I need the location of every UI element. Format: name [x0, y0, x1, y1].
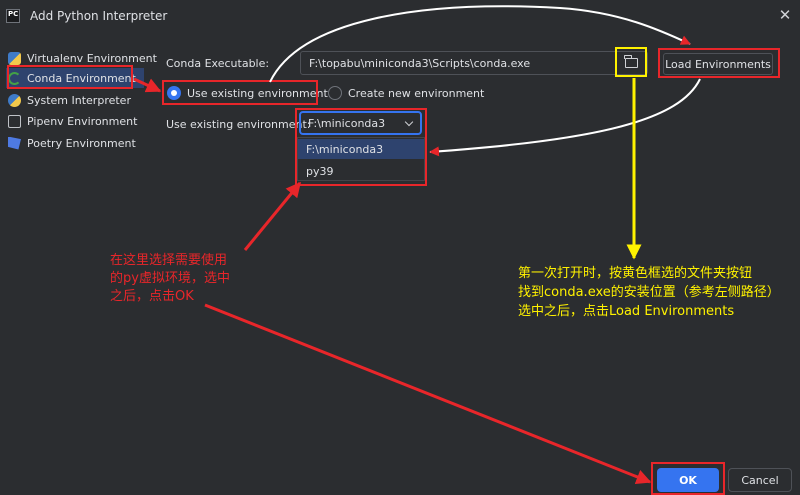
- highlight-box-existing-radio: [162, 80, 318, 105]
- sidebar-item-label: Pipenv Environment: [27, 114, 138, 128]
- conda-exe-input[interactable]: F:\topabu\miniconda3\Scripts\conda.exe: [300, 51, 648, 75]
- python-icon: [8, 93, 21, 107]
- highlight-box-folder: [615, 47, 647, 77]
- sidebar-item-label: Poetry Environment: [27, 136, 136, 150]
- arrow-anno-to-list: [243, 181, 302, 251]
- highlight-box-ok: [651, 462, 725, 495]
- annotation-right-line-2: 找到conda.exe的安装位置（参考左侧路径）: [518, 285, 780, 300]
- radio-create-new[interactable]: [328, 86, 342, 100]
- existing-env-label: Use existing environment:: [166, 118, 311, 131]
- highlight-box-load: [658, 48, 780, 78]
- title-bar: PC Add Python Interpreter ✕: [0, 0, 800, 34]
- virtualenv-icon: [8, 51, 21, 65]
- annotation-right-line-1: 第一次打开时，按黄色框选的文件夹按钮: [518, 266, 753, 281]
- sidebar-item-pipenv[interactable]: Pipenv Environment: [8, 111, 142, 131]
- pycharm-logo-icon: PC: [6, 9, 20, 23]
- sidebar-item-label: Virtualenv Environment: [27, 51, 157, 65]
- window-title: Add Python Interpreter: [30, 9, 168, 23]
- poetry-icon: [8, 136, 21, 150]
- pipenv-icon: [8, 114, 21, 128]
- annotation-right-line-3: 选中之后，点击Load Environments: [518, 304, 735, 319]
- sidebar-item-label: System Interpreter: [27, 93, 131, 107]
- close-icon[interactable]: ✕: [775, 5, 795, 25]
- highlight-box-conda: [7, 65, 133, 89]
- sidebar-item-poetry[interactable]: Poetry Environment: [8, 133, 142, 153]
- annotation-left-line-3: 之后，点击OK: [110, 289, 194, 304]
- radio-create-new-label: Create new environment: [348, 87, 485, 100]
- annotation-left-line-2: 的py虚拟环境，选中: [110, 271, 230, 286]
- conda-exe-label: Conda Executable:: [166, 57, 270, 70]
- annotation-left-line-1: 在这里选择需要使用: [110, 253, 228, 268]
- highlight-box-env-list: [295, 108, 427, 186]
- sidebar-item-system[interactable]: System Interpreter: [8, 90, 142, 110]
- arrow-anno-to-ok: [204, 303, 652, 484]
- cancel-button[interactable]: Cancel: [728, 468, 792, 492]
